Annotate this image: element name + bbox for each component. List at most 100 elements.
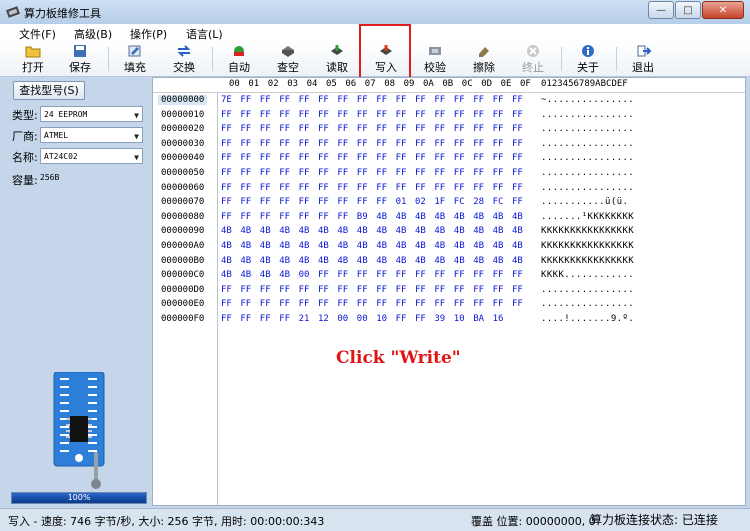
vendor-select[interactable]: ATMEL ▼ — [40, 127, 143, 143]
swap-button[interactable]: 交换 — [164, 43, 204, 75]
hex-byte[interactable]: 4B — [299, 241, 310, 251]
row-address[interactable]: 000000C0 — [161, 270, 204, 280]
hex-byte[interactable]: 00 — [337, 314, 348, 324]
hex-byte[interactable]: 21 — [299, 314, 310, 324]
hex-byte[interactable]: FF — [396, 139, 407, 149]
hex-byte[interactable]: FF — [299, 197, 310, 207]
row-address[interactable]: 00000050 — [161, 168, 204, 178]
hex-byte[interactable]: 4B — [396, 256, 407, 266]
hex-byte[interactable]: 4B — [473, 226, 484, 236]
hex-byte[interactable]: FF — [396, 285, 407, 295]
hex-byte[interactable]: FF — [357, 270, 368, 280]
minimize-button[interactable]: — — [648, 1, 674, 19]
hex-byte[interactable]: FF — [493, 95, 504, 105]
hex-byte[interactable]: FF — [493, 299, 504, 309]
hex-byte[interactable]: FF — [454, 270, 465, 280]
hex-byte[interactable]: FF — [240, 168, 251, 178]
hex-byte[interactable]: FF — [318, 299, 329, 309]
hex-byte[interactable]: FF — [357, 285, 368, 295]
hex-byte[interactable]: FF — [337, 124, 348, 134]
hex-byte[interactable]: FF — [318, 270, 329, 280]
hex-byte[interactable]: FF — [260, 153, 271, 163]
hex-byte[interactable]: FF — [240, 95, 251, 105]
hex-byte[interactable]: FF — [493, 153, 504, 163]
hex-byte[interactable]: FF — [376, 153, 387, 163]
row-address[interactable]: 00000080 — [161, 212, 204, 222]
hex-byte[interactable]: FF — [279, 124, 290, 134]
hex-byte[interactable]: FF — [512, 270, 523, 280]
hex-byte[interactable]: FF — [376, 168, 387, 178]
hex-byte[interactable]: FF — [240, 285, 251, 295]
hex-byte[interactable]: FF — [493, 110, 504, 120]
hex-byte[interactable]: FF — [318, 95, 329, 105]
hex-byte[interactable]: 4B — [279, 270, 290, 280]
open-button[interactable]: 打开 — [13, 43, 53, 75]
hex-byte[interactable]: 4B — [512, 256, 523, 266]
hex-byte[interactable]: FF — [357, 168, 368, 178]
hex-byte[interactable]: FF — [396, 314, 407, 324]
hex-byte[interactable]: FF — [318, 197, 329, 207]
hex-byte[interactable]: FF — [415, 270, 426, 280]
hex-byte[interactable]: FF — [318, 285, 329, 295]
hex-byte[interactable]: FF — [454, 183, 465, 193]
hex-byte[interactable]: 4B — [512, 226, 523, 236]
hex-byte[interactable]: 4B — [221, 270, 232, 280]
hex-byte[interactable]: 4B — [221, 256, 232, 266]
fill-button[interactable]: 填充 — [115, 43, 155, 75]
hex-byte[interactable]: FF — [454, 299, 465, 309]
hex-byte[interactable]: FF — [454, 110, 465, 120]
hex-byte[interactable]: FF — [221, 153, 232, 163]
hex-byte[interactable]: FF — [279, 168, 290, 178]
hex-byte[interactable]: FF — [415, 299, 426, 309]
hex-byte[interactable]: FF — [357, 183, 368, 193]
menu-language[interactable]: 语言(L) — [186, 26, 223, 42]
hex-byte[interactable]: FC — [493, 197, 504, 207]
hex-byte[interactable]: FF — [473, 270, 484, 280]
hex-byte[interactable]: 28 — [473, 197, 484, 207]
hex-byte[interactable]: FF — [434, 110, 445, 120]
hex-byte[interactable]: FF — [279, 212, 290, 222]
hex-byte[interactable]: 4B — [396, 226, 407, 236]
hex-byte[interactable]: FF — [357, 95, 368, 105]
hex-byte[interactable]: 4B — [376, 256, 387, 266]
hex-byte[interactable]: FF — [260, 314, 271, 324]
erase-button[interactable]: 擦除 — [464, 43, 504, 75]
row-address[interactable]: 00000020 — [161, 124, 204, 134]
hex-byte[interactable]: FF — [240, 139, 251, 149]
hex-byte[interactable]: FF — [512, 139, 523, 149]
hex-byte[interactable]: FF — [434, 285, 445, 295]
hex-byte[interactable]: 4B — [454, 226, 465, 236]
hex-byte[interactable]: FF — [512, 299, 523, 309]
hex-byte[interactable]: FF — [454, 139, 465, 149]
hex-byte[interactable]: FF — [512, 110, 523, 120]
hex-byte[interactable]: B9 — [357, 212, 368, 222]
hex-byte[interactable]: FF — [454, 153, 465, 163]
hex-byte[interactable]: FF — [240, 110, 251, 120]
row-address[interactable]: 000000D0 — [161, 285, 204, 295]
hex-byte[interactable]: 4B — [415, 212, 426, 222]
hex-byte[interactable]: FF — [415, 285, 426, 295]
hex-byte[interactable]: FF — [434, 95, 445, 105]
hex-byte[interactable]: FF — [454, 285, 465, 295]
hex-byte[interactable]: FF — [240, 212, 251, 222]
hex-byte[interactable]: FF — [260, 124, 271, 134]
hex-byte[interactable]: 4B — [415, 241, 426, 251]
hex-byte[interactable]: 10 — [376, 314, 387, 324]
hex-byte[interactable]: FF — [299, 299, 310, 309]
hex-byte[interactable]: 4B — [415, 226, 426, 236]
hex-byte[interactable]: FF — [337, 212, 348, 222]
hex-byte[interactable]: FF — [318, 168, 329, 178]
hex-byte[interactable]: FF — [240, 299, 251, 309]
hex-byte[interactable]: 4B — [357, 241, 368, 251]
hex-byte[interactable]: 4B — [434, 212, 445, 222]
hex-byte[interactable]: FF — [396, 124, 407, 134]
hex-byte[interactable]: FF — [415, 95, 426, 105]
hex-byte[interactable]: FF — [473, 153, 484, 163]
hex-byte[interactable]: 4B — [493, 241, 504, 251]
hex-byte[interactable]: FF — [434, 299, 445, 309]
hex-byte[interactable]: FF — [396, 153, 407, 163]
hex-byte[interactable]: FF — [376, 110, 387, 120]
row-address[interactable]: 00000090 — [161, 226, 204, 236]
hex-byte[interactable]: 4B — [493, 226, 504, 236]
hex-byte[interactable]: FF — [279, 285, 290, 295]
